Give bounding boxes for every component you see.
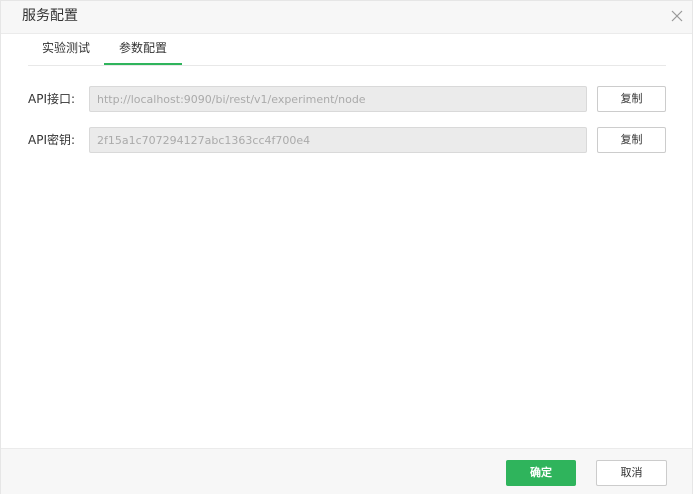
api-endpoint-label: API接口: (28, 92, 76, 106)
dialog-footer: 确定 取消 (1, 448, 692, 494)
tab-experiment-test[interactable]: 实验测试 (28, 34, 104, 63)
close-icon[interactable] (670, 8, 684, 22)
copy-api-key-button[interactable]: 复制 (597, 127, 666, 153)
api-key-field[interactable] (89, 127, 587, 153)
tab-parameter-config[interactable]: 参数配置 (104, 34, 182, 65)
api-endpoint-field[interactable] (89, 86, 587, 112)
cancel-button[interactable]: 取消 (596, 460, 667, 486)
dialog-title: 服务配置 (22, 8, 78, 24)
service-config-dialog: 服务配置 实验测试 参数配置 API接口: 复制 API密钥: 复制 确定 取消 (0, 0, 693, 494)
tab-bar: 实验测试 参数配置 (28, 34, 666, 66)
api-endpoint-row: API接口: 复制 (28, 86, 668, 114)
dialog-titlebar: 服务配置 (1, 1, 692, 34)
api-key-row: API密钥: 复制 (28, 127, 668, 155)
confirm-button[interactable]: 确定 (506, 460, 576, 486)
copy-api-endpoint-button[interactable]: 复制 (597, 86, 666, 112)
api-key-label: API密钥: (28, 133, 76, 147)
